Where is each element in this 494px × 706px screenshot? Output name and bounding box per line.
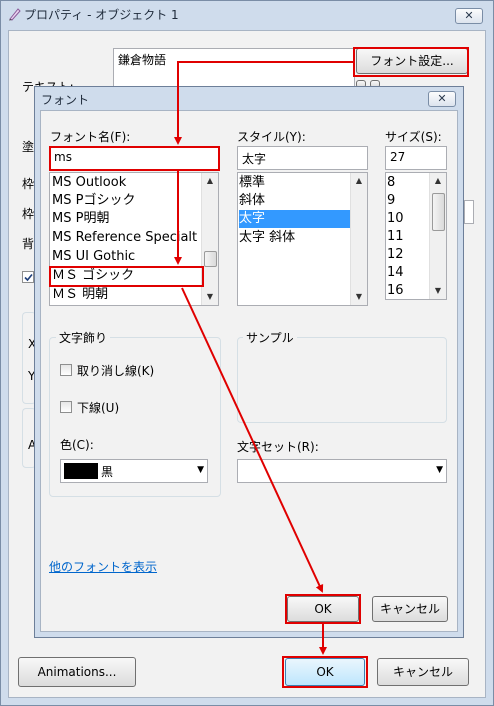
- arrow-to-font-name: [174, 61, 353, 145]
- annotation-arrows: [174, 61, 353, 655]
- arrow-to-font-ok: [181, 287, 324, 593]
